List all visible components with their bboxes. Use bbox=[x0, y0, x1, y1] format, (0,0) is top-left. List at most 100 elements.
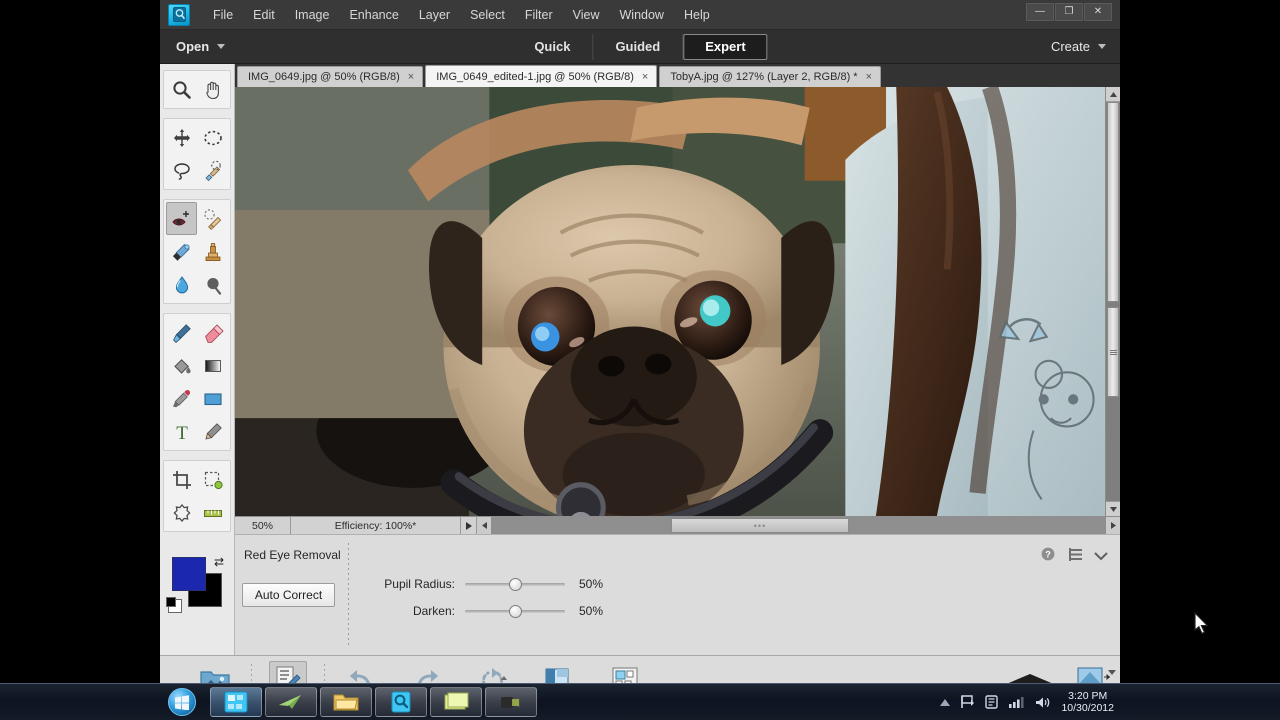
close-button[interactable]: ✕ bbox=[1084, 3, 1112, 21]
type-tool[interactable]: T bbox=[166, 415, 197, 448]
quick-selection-tool[interactable] bbox=[197, 154, 228, 187]
scroll-down-arrow-icon[interactable] bbox=[1106, 501, 1120, 516]
hand-tool[interactable] bbox=[197, 73, 228, 106]
clone-stamp-tool[interactable] bbox=[197, 235, 228, 268]
scroll-up-arrow-icon[interactable] bbox=[1106, 87, 1120, 102]
document-tab-3[interactable]: TobyA.jpg @ 127% (Layer 2, RGB/8) * × bbox=[659, 66, 882, 87]
spot-healing-brush-tool[interactable] bbox=[197, 202, 228, 235]
vertical-scroll-thumb-secondary[interactable] bbox=[1107, 307, 1119, 397]
horizontal-scroll-track[interactable]: ••• bbox=[491, 517, 1106, 534]
document-tab-3-close-icon[interactable]: × bbox=[866, 71, 872, 83]
eyedropper-tool[interactable] bbox=[166, 382, 197, 415]
windows-start-orb-icon[interactable] bbox=[160, 686, 204, 718]
pupil-radius-slider[interactable] bbox=[465, 574, 565, 594]
help-icon[interactable]: ? bbox=[1041, 547, 1055, 566]
tool-options-title: Red Eye Removal bbox=[244, 548, 341, 562]
vertical-scroll-track[interactable] bbox=[1106, 102, 1120, 501]
foreground-color-swatch[interactable] bbox=[172, 557, 206, 591]
darken-slider[interactable] bbox=[465, 601, 565, 621]
menu-layer[interactable]: Layer bbox=[410, 4, 459, 26]
devices-icon[interactable] bbox=[985, 695, 999, 709]
cookie-cutter-tool[interactable] bbox=[197, 463, 228, 496]
move-tool[interactable] bbox=[166, 121, 197, 154]
restore-button[interactable]: ❐ bbox=[1055, 3, 1083, 21]
scroll-left-arrow-icon[interactable] bbox=[477, 517, 491, 534]
create-button[interactable]: Create bbox=[1051, 39, 1106, 54]
darken-thumb[interactable] bbox=[509, 604, 522, 618]
tab-quick[interactable]: Quick bbox=[512, 33, 594, 60]
menu-edit[interactable]: Edit bbox=[244, 4, 284, 26]
canvas-vertical-scrollbar[interactable] bbox=[1105, 87, 1120, 516]
swap-colors-icon[interactable]: ⇄ bbox=[214, 555, 224, 569]
sponge-tool[interactable] bbox=[197, 268, 228, 301]
menu-filter[interactable]: Filter bbox=[516, 4, 562, 26]
taskbar-item-notes[interactable] bbox=[430, 687, 482, 717]
image-canvas[interactable] bbox=[235, 87, 1120, 516]
screen: File Edit Image Enhance Layer Select Fil… bbox=[0, 0, 1280, 720]
slider-group: Pupil Radius: 50% Darken: 50% bbox=[360, 573, 613, 627]
horizontal-scroll-thumb[interactable]: ••• bbox=[671, 518, 849, 533]
document-tab-1[interactable]: IMG_0649.jpg @ 50% (RGB/8) × bbox=[237, 66, 424, 87]
show-hidden-icons-icon[interactable] bbox=[940, 698, 951, 706]
photo-pug-portrait bbox=[235, 87, 1120, 516]
tool-options-list-icon[interactable] bbox=[1067, 547, 1082, 566]
canvas-horizontal-scrollbar[interactable]: ••• bbox=[477, 517, 1120, 534]
auto-correct-button[interactable]: Auto Correct bbox=[242, 583, 335, 607]
menu-select[interactable]: Select bbox=[461, 4, 514, 26]
document-tab-2[interactable]: IMG_0649_edited-1.jpg @ 50% (RGB/8) × bbox=[425, 65, 658, 87]
elliptical-marquee-tool[interactable] bbox=[197, 121, 228, 154]
eraser-tool[interactable] bbox=[197, 316, 228, 349]
options-divider bbox=[348, 543, 349, 645]
straighten-tool[interactable] bbox=[197, 496, 228, 529]
blur-tool[interactable] bbox=[166, 268, 197, 301]
tab-expert[interactable]: Expert bbox=[683, 33, 768, 60]
brush-tool[interactable] bbox=[166, 316, 197, 349]
taskbar-item-explorer[interactable] bbox=[320, 687, 372, 717]
zoom-level[interactable]: 50% bbox=[235, 517, 291, 534]
crop-tool[interactable] bbox=[166, 463, 197, 496]
red-eye-removal-tool[interactable] bbox=[166, 202, 197, 235]
mode-bar: Open Quick Guided Expert Create bbox=[160, 30, 1120, 64]
network-icon[interactable] bbox=[1009, 696, 1025, 708]
pencil-tool[interactable] bbox=[197, 415, 228, 448]
paint-bucket-tool[interactable] bbox=[166, 349, 197, 382]
document-tab-1-close-icon[interactable]: × bbox=[408, 71, 414, 83]
document-tab-2-close-icon[interactable]: × bbox=[642, 71, 648, 83]
zoom-tool[interactable] bbox=[166, 73, 197, 106]
color-swatches[interactable]: ⇄ bbox=[166, 555, 226, 613]
gradient-tool[interactable] bbox=[197, 349, 228, 382]
volume-icon[interactable] bbox=[1035, 696, 1050, 709]
flag-action-center-icon[interactable] bbox=[961, 695, 975, 709]
efficiency-indicator[interactable]: Efficiency: 100%* bbox=[291, 517, 461, 534]
collapse-chevron-icon[interactable] bbox=[1094, 548, 1108, 566]
taskbar-item-photoshop-elements[interactable] bbox=[375, 687, 427, 717]
status-expand-arrow-icon[interactable] bbox=[461, 517, 477, 534]
darken-row: Darken: 50% bbox=[360, 600, 613, 621]
open-button[interactable]: Open bbox=[176, 39, 226, 54]
custom-shape-tool[interactable] bbox=[166, 496, 197, 529]
minimize-button[interactable]: — bbox=[1026, 3, 1054, 21]
window-controls: — ❐ ✕ bbox=[1026, 3, 1112, 21]
menu-image[interactable]: Image bbox=[286, 4, 339, 26]
pupil-radius-row: Pupil Radius: 50% bbox=[360, 573, 613, 594]
more-chevron-down-icon[interactable] bbox=[1108, 670, 1116, 675]
create-chevron-down-icon[interactable] bbox=[1098, 44, 1106, 49]
rectangle-shape-tool[interactable] bbox=[197, 382, 228, 415]
scroll-right-arrow-icon[interactable] bbox=[1106, 517, 1120, 534]
menu-file[interactable]: File bbox=[204, 4, 242, 26]
menu-view[interactable]: View bbox=[564, 4, 609, 26]
vertical-scroll-thumb[interactable] bbox=[1107, 102, 1119, 302]
smart-brush-tool[interactable] bbox=[166, 235, 197, 268]
open-chevron-down-icon[interactable] bbox=[217, 44, 226, 49]
taskbar-item-organizer[interactable] bbox=[210, 687, 262, 717]
lasso-tool[interactable] bbox=[166, 154, 197, 187]
menu-help[interactable]: Help bbox=[675, 4, 719, 26]
menu-enhance[interactable]: Enhance bbox=[340, 4, 407, 26]
tab-guided[interactable]: Guided bbox=[593, 33, 684, 60]
taskbar-item-messenger[interactable] bbox=[265, 687, 317, 717]
taskbar-clock[interactable]: 3:20 PM 10/30/2012 bbox=[1061, 690, 1114, 714]
menu-window[interactable]: Window bbox=[611, 4, 673, 26]
taskbar-item-camtasia[interactable] bbox=[485, 687, 537, 717]
pupil-radius-thumb[interactable] bbox=[509, 577, 522, 591]
default-colors-icon[interactable] bbox=[166, 597, 182, 613]
